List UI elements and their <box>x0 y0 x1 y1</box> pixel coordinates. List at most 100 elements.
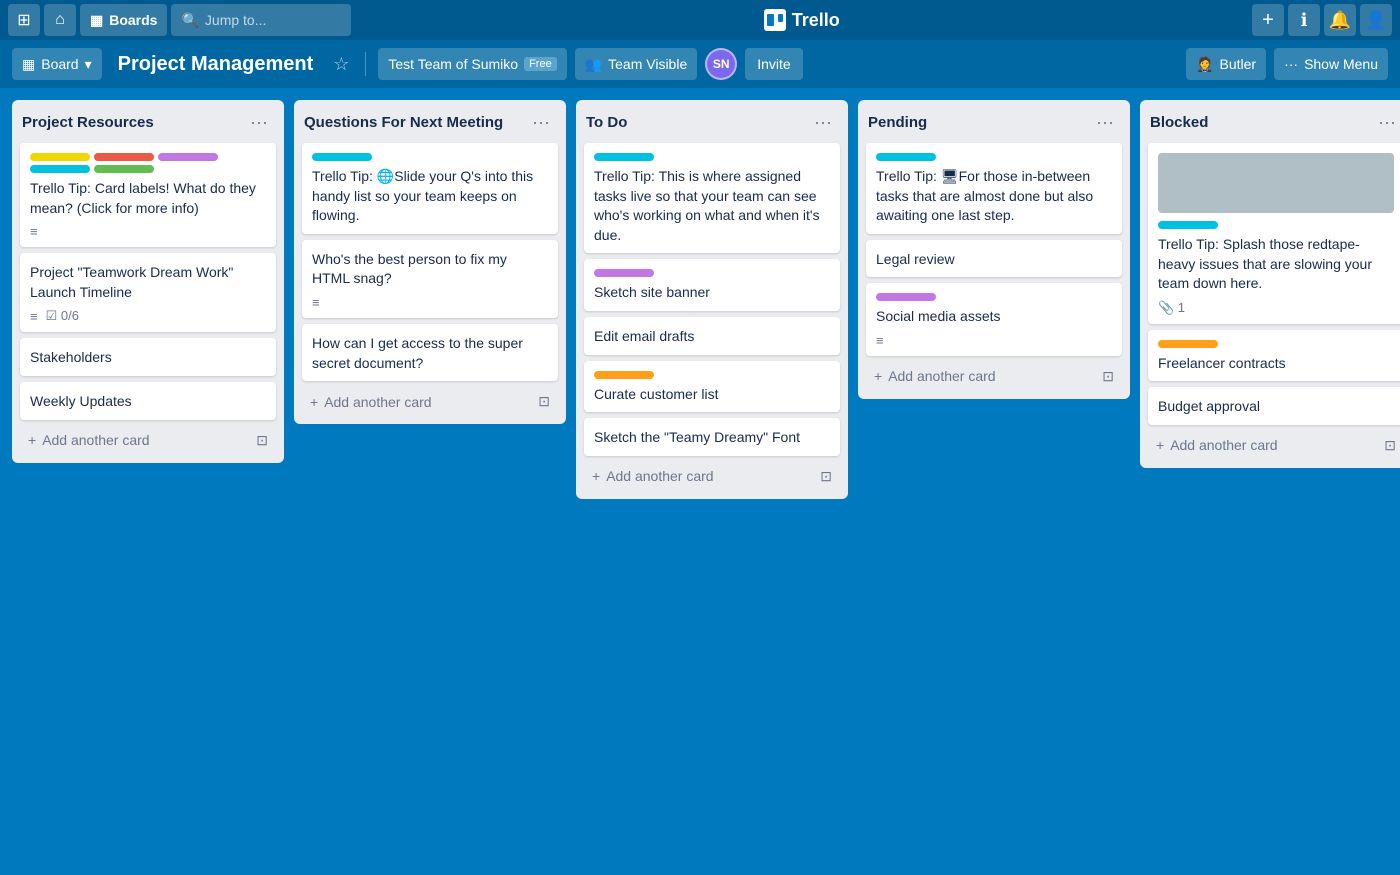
list-menu-button-project-resources[interactable]: ··· <box>244 110 274 135</box>
card-text: Edit email drafts <box>594 327 830 347</box>
search-input[interactable] <box>205 12 335 28</box>
description-icon: ≡ <box>312 295 320 310</box>
notifications-button[interactable]: 🔔 <box>1324 4 1356 36</box>
team-badge: Free <box>524 57 557 71</box>
star-icon: ☆ <box>333 54 349 74</box>
star-button[interactable]: ☆ <box>329 50 353 79</box>
template-icon: ⊡ <box>820 468 832 485</box>
add-card-button-questions-next-meeting[interactable]: +Add another card⊡ <box>302 387 558 416</box>
add-card-button-project-resources[interactable]: +Add another card⊡ <box>20 426 276 455</box>
card-bl-2[interactable]: Budget approval <box>1148 387 1400 425</box>
plus-icon: + <box>592 468 600 484</box>
add-card-button-to-do[interactable]: +Add another card⊡ <box>584 462 840 491</box>
list-menu-button-pending[interactable]: ··· <box>1090 110 1120 135</box>
card-text: Trello Tip: 🖥For those in-between tasks … <box>876 167 1112 226</box>
attachment-icon: 📎 1 <box>1158 300 1185 316</box>
card-text: Freelancer contracts <box>1158 354 1394 374</box>
description-icon: ≡ <box>876 333 884 348</box>
board-icon: ▦ <box>22 56 35 73</box>
search-bar[interactable]: 🔍 <box>171 4 351 36</box>
add-card-button-pending[interactable]: +Add another card⊡ <box>866 362 1122 391</box>
card-td-4[interactable]: Curate customer list <box>584 361 840 413</box>
board-content: Project Resources ··· Trello Tip: Card lab… <box>0 88 1400 511</box>
card-pr-2[interactable]: Project "Teamwork Dream Work" Launch Tim… <box>20 253 276 332</box>
card-label-purple <box>158 153 218 161</box>
plus-icon: + <box>310 394 318 410</box>
card-qm-1[interactable]: Trello Tip: 🌐Slide your Q's into this ha… <box>302 143 558 234</box>
card-text: How can I get access to the super secret… <box>312 334 548 373</box>
card-td-2[interactable]: Sketch site banner <box>584 259 840 311</box>
avatar[interactable]: SN <box>705 48 737 80</box>
home-icon: ⌂ <box>55 11 65 29</box>
boards-label: Boards <box>109 12 157 28</box>
card-label-row <box>30 153 266 173</box>
card-meta: ≡☑ 0/6 <box>30 308 266 324</box>
card-text: Project "Teamwork Dream Work" Launch Tim… <box>30 263 266 302</box>
card-td-3[interactable]: Edit email drafts <box>584 317 840 355</box>
bell-icon: 🔔 <box>1329 10 1351 31</box>
card-pe-3[interactable]: Social media assets≡ <box>866 283 1122 356</box>
template-icon: ⊡ <box>1384 437 1396 454</box>
card-td-5[interactable]: Sketch the "Teamy Dreamy" Font <box>584 418 840 456</box>
card-bl-0[interactable]: Trello Tip: Splash those redtape-heavy i… <box>1148 143 1400 324</box>
card-bl-1[interactable]: Freelancer contracts <box>1148 330 1400 382</box>
card-label-row <box>594 371 830 379</box>
team-button[interactable]: Test Team of Sumiko Free <box>378 48 566 80</box>
card-qm-3[interactable]: How can I get access to the super secret… <box>302 324 558 381</box>
divider <box>365 52 366 76</box>
list-to-do: To Do··· Trello Tip: This is where assign… <box>576 100 848 499</box>
profile-button[interactable]: 👤 <box>1360 4 1392 36</box>
butler-button[interactable]: 🤵 Butler <box>1186 48 1266 80</box>
add-icon: + <box>1262 9 1274 32</box>
template-icon: ⊡ <box>1102 368 1114 385</box>
board-view-label: Board <box>41 56 78 72</box>
card-image-placeholder <box>1158 153 1394 213</box>
card-text: Budget approval <box>1158 397 1394 417</box>
list-menu-button-questions-next-meeting[interactable]: ··· <box>526 110 556 135</box>
list-menu-button-to-do[interactable]: ··· <box>808 110 838 135</box>
card-label-purple <box>594 269 654 277</box>
card-label-row <box>312 153 548 161</box>
card-pr-3[interactable]: Stakeholders <box>20 338 276 376</box>
add-card-button-blocked[interactable]: + Add another card ⊡ <box>1148 431 1400 460</box>
card-meta: ≡ <box>312 295 548 310</box>
card-label-teal <box>30 165 90 173</box>
card-pr-4[interactable]: Weekly Updates <box>20 382 276 420</box>
boards-button[interactable]: ▦ Boards <box>80 4 167 36</box>
card-label-row <box>1158 340 1394 348</box>
add-card-label: Add another card <box>324 394 431 410</box>
card-pr-1[interactable]: Trello Tip: Card labels! What do they me… <box>20 143 276 247</box>
apps-button[interactable]: ⊞ <box>8 4 40 36</box>
header-right: 🤵 Butler ··· Show Menu <box>1186 48 1388 80</box>
card-pe-1[interactable]: Trello Tip: 🖥For those in-between tasks … <box>866 143 1122 234</box>
list-header-to-do: To Do··· <box>584 110 840 135</box>
info-button[interactable]: ℹ <box>1288 4 1320 36</box>
card-meta: 📎 1 <box>1158 300 1394 316</box>
list-title-project-resources: Project Resources <box>22 114 154 131</box>
card-qm-2[interactable]: Who's the best person to fix my HTML sna… <box>302 240 558 318</box>
board-view-button[interactable]: ▦ Board ▾ <box>12 48 102 80</box>
card-text: Trello Tip: This is where assigned tasks… <box>594 167 830 245</box>
card-label-teal <box>1158 221 1218 229</box>
invite-button[interactable]: Invite <box>745 48 802 80</box>
show-menu-button[interactable]: ··· Show Menu <box>1274 48 1388 80</box>
list-header-pending: Pending··· <box>866 110 1122 135</box>
home-button[interactable]: ⌂ <box>44 4 76 36</box>
card-td-1[interactable]: Trello Tip: This is where assigned tasks… <box>584 143 840 253</box>
add-button[interactable]: + <box>1252 4 1284 36</box>
list-menu-button-blocked[interactable]: ··· <box>1372 110 1400 135</box>
card-text: Sketch site banner <box>594 283 830 303</box>
checklist-icon: ☑ 0/6 <box>46 308 79 324</box>
card-label-row <box>876 153 1112 161</box>
list-title-blocked: Blocked <box>1150 114 1208 131</box>
card-pe-2[interactable]: Legal review <box>866 240 1122 278</box>
team-visible-button[interactable]: 👥 Team Visible <box>575 48 698 80</box>
list-header-project-resources: Project Resources ··· <box>20 110 276 135</box>
plus-icon: + <box>1156 437 1164 453</box>
card-label-orange <box>1158 340 1218 348</box>
butler-label: Butler <box>1219 56 1256 72</box>
trello-label: Trello <box>792 10 840 31</box>
card-text: Sketch the "Teamy Dreamy" Font <box>594 428 830 448</box>
card-label-row <box>1158 221 1394 229</box>
add-card-label: Add another card <box>1170 437 1277 453</box>
